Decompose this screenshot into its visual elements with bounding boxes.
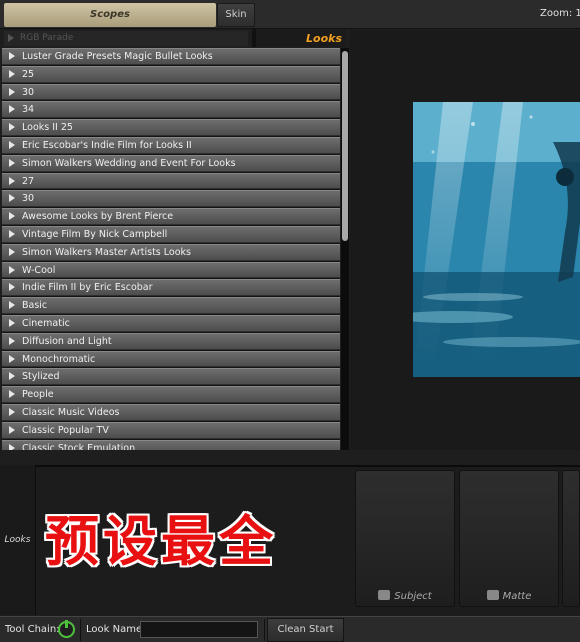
- disclosure-triangle-icon[interactable]: [9, 390, 15, 399]
- look-name-input[interactable]: [140, 621, 258, 638]
- look-category-item[interactable]: Cinematic: [2, 314, 340, 332]
- look-category-label: Stylized: [22, 371, 60, 383]
- underwater-scene-image: [413, 102, 580, 377]
- disclosure-triangle-icon[interactable]: [9, 247, 15, 256]
- look-category-label: Simon Walkers Master Artists Looks: [22, 246, 191, 258]
- disclosure-triangle-icon[interactable]: [9, 336, 15, 345]
- look-category-label: 30: [22, 193, 35, 205]
- matte-slot[interactable]: Matte: [459, 470, 559, 607]
- disclosure-triangle-icon[interactable]: [9, 69, 15, 78]
- look-category-label: Basic: [22, 300, 48, 312]
- extra-slot[interactable]: [562, 470, 580, 607]
- look-category-label: Diffusion and Light: [22, 335, 112, 347]
- look-category-label: Looks II 25: [22, 122, 73, 134]
- disclosure-triangle-icon[interactable]: [9, 194, 15, 203]
- look-category-item[interactable]: W-Cool: [2, 261, 340, 279]
- divider: [80, 619, 81, 641]
- scroll-thumb[interactable]: [342, 51, 348, 241]
- disclosure-triangle-icon[interactable]: [9, 443, 15, 450]
- look-category-label: Simon Walkers Wedding and Event For Look…: [22, 157, 236, 169]
- subject-slot[interactable]: Subject: [355, 470, 455, 607]
- look-category-label: 25: [22, 68, 35, 80]
- disclosure-triangle-icon[interactable]: [9, 407, 15, 416]
- top-bar: Scopes Skin Zoom: 11: [0, 0, 580, 29]
- look-category-item[interactable]: Vintage Film By Nick Campbell: [2, 225, 340, 243]
- looks-list: Luster Grade Presets Magic Bullet Looks 2…: [2, 48, 340, 450]
- look-category-item[interactable]: Diffusion and Light: [2, 332, 340, 350]
- look-category-item[interactable]: Monochromatic: [2, 350, 340, 368]
- looks-panel-header: Looks: [256, 30, 346, 47]
- disclosure-triangle-icon[interactable]: [9, 87, 15, 96]
- look-category-item[interactable]: 25: [2, 65, 340, 83]
- disclosure-triangle-icon[interactable]: [9, 123, 15, 132]
- look-category-label: Classic Popular TV: [22, 424, 109, 436]
- disclosure-triangle-icon[interactable]: [9, 372, 15, 381]
- look-category-item[interactable]: 27: [2, 172, 340, 190]
- looks-strip-label: Looks: [0, 465, 36, 615]
- look-category-label: Indie Film II by Eric Escobar: [22, 282, 153, 294]
- look-category-item[interactable]: Classic Music Videos: [2, 403, 340, 421]
- looks-list-scrollbar[interactable]: [341, 48, 349, 450]
- look-category-item[interactable]: Stylized: [2, 368, 340, 386]
- disclosure-triangle-icon: [8, 34, 14, 42]
- person-icon: [378, 590, 391, 600]
- disclosure-triangle-icon[interactable]: [9, 229, 15, 238]
- look-category-label: 27: [22, 175, 35, 187]
- disclosure-triangle-icon[interactable]: [9, 52, 15, 60]
- look-category-item[interactable]: Eric Escobar's Indie Film for Looks II: [2, 136, 340, 154]
- tab-skin[interactable]: Skin: [217, 3, 255, 27]
- look-category-label: Monochromatic: [22, 353, 96, 365]
- look-category-label: Awesome Looks by Brent Pierce: [22, 211, 174, 223]
- tab-scopes[interactable]: Scopes: [4, 3, 216, 27]
- look-category-item[interactable]: Simon Walkers Master Artists Looks: [2, 243, 340, 261]
- disclosure-triangle-icon[interactable]: [9, 283, 15, 292]
- zoom-readout: Zoom: 11: [540, 8, 580, 19]
- tool-chain-label: Tool Chain:: [5, 624, 60, 635]
- look-category-label: Classic Music Videos: [22, 406, 120, 418]
- disclosure-triangle-icon[interactable]: [9, 158, 15, 167]
- status-bar: Tool Chain: Look Name: Clean Start: [0, 616, 580, 642]
- preview-image: [413, 102, 580, 377]
- look-category-item[interactable]: Classic Stock Emulation: [2, 439, 340, 450]
- look-category-label: W-Cool: [22, 264, 56, 276]
- subject-slot-label: Subject: [356, 588, 454, 606]
- look-category-label: Classic Stock Emulation: [22, 442, 136, 450]
- look-category-label: 30: [22, 86, 35, 98]
- look-category-item[interactable]: 30: [2, 83, 340, 101]
- overlay-caption: 预设最全: [45, 510, 277, 573]
- look-category-label: People: [22, 389, 54, 401]
- look-category-item[interactable]: Looks II 25: [2, 119, 340, 136]
- power-icon[interactable]: [58, 620, 75, 638]
- disclosure-triangle-icon[interactable]: [9, 301, 15, 310]
- look-category-item[interactable]: Awesome Looks by Brent Pierce: [2, 208, 340, 225]
- look-name-label: Look Name:: [86, 624, 146, 635]
- look-category-item[interactable]: 34: [2, 101, 340, 119]
- look-category-item[interactable]: Simon Walkers Wedding and Event For Look…: [2, 154, 340, 172]
- look-category-item[interactable]: 30: [2, 190, 340, 208]
- disclosure-triangle-icon[interactable]: [9, 425, 15, 434]
- disclosure-triangle-icon[interactable]: [9, 318, 15, 327]
- disclosure-triangle-icon[interactable]: [9, 105, 15, 114]
- look-category-label: Eric Escobar's Indie Film for Looks II: [22, 139, 192, 151]
- look-category-item[interactable]: Classic Popular TV: [2, 421, 340, 439]
- disclosure-triangle-icon[interactable]: [9, 140, 15, 149]
- look-category-item[interactable]: Basic: [2, 297, 340, 314]
- look-category-label: Cinematic: [22, 317, 70, 329]
- divider: [264, 619, 265, 641]
- scope-rgb-parade[interactable]: RGB Parade: [4, 31, 248, 46]
- disclosure-triangle-icon[interactable]: [9, 265, 15, 274]
- scope-label: RGB Parade: [20, 33, 74, 43]
- look-category-item[interactable]: People: [2, 386, 340, 403]
- look-category-label: Vintage Film By Nick Campbell: [22, 228, 168, 240]
- look-category-label: 34: [22, 104, 35, 116]
- look-category-item[interactable]: Indie Film II by Eric Escobar: [2, 279, 340, 297]
- disclosure-triangle-icon[interactable]: [9, 354, 15, 363]
- matte-slot-label: Matte: [460, 588, 558, 606]
- disclosure-triangle-icon[interactable]: [9, 212, 15, 221]
- look-category-item[interactable]: Luster Grade Presets Magic Bullet Looks: [2, 48, 340, 65]
- look-category-label: Luster Grade Presets Magic Bullet Looks: [22, 51, 213, 62]
- matte-icon: [486, 590, 499, 600]
- disclosure-triangle-icon[interactable]: [9, 176, 15, 185]
- clean-start-button[interactable]: Clean Start: [267, 618, 344, 642]
